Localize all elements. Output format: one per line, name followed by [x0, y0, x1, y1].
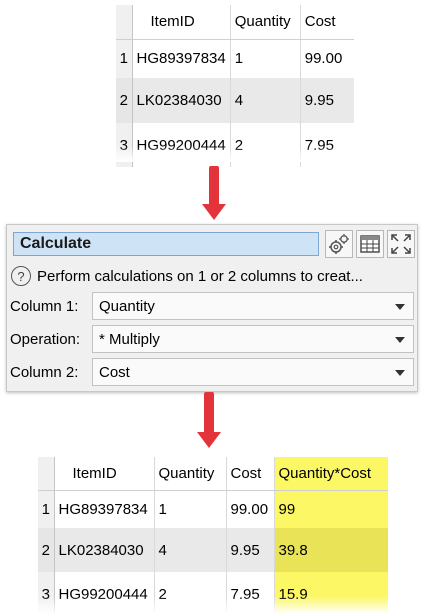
table-row: 3 HG99200444 2 7.95 15.9 [38, 572, 388, 614]
column-header-itemid[interactable]: ItemID [54, 457, 155, 491]
operation-value: * Multiply [99, 330, 160, 348]
table-row: 3 HG99200444 2 7.95 [116, 123, 354, 167]
column-2-value: Cost [99, 363, 130, 381]
row-number[interactable]: 2 [38, 528, 55, 572]
cell-quantity[interactable]: 1 [230, 39, 301, 78]
cell-quantity[interactable]: 4 [154, 528, 227, 572]
description-row: ? Perform calculations on 1 or 2 columns… [11, 265, 415, 287]
output-table: ItemID Quantity Cost Quantity*Cost 1 HG8… [38, 457, 388, 614]
column-2-row: Column 2: Cost [10, 357, 414, 387]
cell-cost[interactable]: 9.95 [300, 78, 354, 123]
table-icon [360, 235, 380, 253]
cell-cost[interactable]: 7.95 [226, 572, 275, 614]
question-icon[interactable]: ? [11, 266, 31, 286]
calculate-panel: Calculate ? Perform calculations on 1 or… [6, 224, 418, 392]
column-header-itemid[interactable]: ItemID [132, 5, 231, 40]
column-1-value: Quantity [99, 297, 155, 315]
cell-quantity[interactable]: 1 [154, 490, 227, 528]
table-row: 2 LK02384030 4 9.95 39.8 [38, 528, 388, 572]
cell-quantity[interactable]: 2 [230, 123, 301, 167]
down-arrow-icon [197, 392, 221, 448]
row-number[interactable]: 3 [38, 572, 55, 614]
settings-button[interactable] [325, 230, 353, 258]
panel-title-field[interactable]: Calculate [13, 232, 319, 256]
cell-cost[interactable]: 9.95 [226, 528, 275, 572]
cell-quantity[interactable]: 4 [230, 78, 301, 123]
cell-quantity[interactable]: 2 [154, 572, 227, 614]
maximize-button[interactable] [387, 230, 415, 258]
column-header-quantity[interactable]: Quantity [154, 457, 227, 491]
row-number[interactable]: 3 [116, 123, 133, 167]
row-number[interactable]: 2 [116, 78, 133, 123]
cell-itemid[interactable]: HG89397834 [132, 39, 231, 78]
column-header-quantity-cost[interactable]: Quantity*Cost [274, 457, 388, 491]
output-header-row: ItemID Quantity Cost Quantity*Cost [38, 457, 388, 491]
gear-icon [329, 234, 349, 254]
operation-row: Operation: * Multiply [10, 324, 414, 354]
cell-itemid[interactable]: LK02384030 [132, 78, 231, 123]
cell-itemid[interactable]: LK02384030 [54, 528, 155, 572]
column-header-cost[interactable]: Cost [300, 5, 354, 40]
row-number[interactable]: 1 [116, 39, 133, 78]
operation-select[interactable]: * Multiply [92, 325, 414, 353]
corner-cell [116, 5, 133, 40]
input-header-row: ItemID Quantity Cost [116, 5, 354, 40]
column-header-cost[interactable]: Cost [226, 457, 275, 491]
table-row: 2 LK02384030 4 9.95 [116, 78, 354, 123]
cell-quantity-cost[interactable]: 39.8 [274, 528, 388, 572]
data-view-button[interactable] [356, 230, 384, 258]
column-1-select[interactable]: Quantity [92, 292, 414, 320]
cell-cost[interactable]: 99.00 [226, 490, 275, 528]
corner-cell [38, 457, 55, 491]
column-2-select[interactable]: Cost [92, 358, 414, 386]
chevron-down-icon [395, 304, 405, 310]
down-arrow-icon [202, 166, 226, 220]
input-table: ItemID Quantity Cost 1 HG89397834 1 99.0… [116, 5, 354, 167]
cell-quantity-cost[interactable]: 99 [274, 490, 388, 528]
cell-cost[interactable]: 99.00 [300, 39, 354, 78]
table-row: 1 HG89397834 1 99.00 99 [38, 490, 388, 528]
panel-description: Perform calculations on 1 or 2 columns t… [37, 267, 363, 285]
cell-quantity-cost[interactable]: 15.9 [274, 572, 388, 614]
chevron-down-icon [395, 337, 405, 343]
chevron-down-icon [395, 370, 405, 376]
column-1-label: Column 1: [10, 297, 79, 315]
cell-itemid[interactable]: HG99200444 [54, 572, 155, 614]
cell-itemid[interactable]: HG89397834 [54, 490, 155, 528]
column-header-quantity[interactable]: Quantity [230, 5, 301, 40]
column-1-row: Column 1: Quantity [10, 291, 414, 321]
expand-icon [391, 234, 411, 254]
cell-cost[interactable]: 7.95 [300, 123, 354, 167]
table-row: 1 HG89397834 1 99.00 [116, 39, 354, 78]
row-number[interactable]: 1 [38, 490, 55, 528]
column-2-label: Column 2: [10, 363, 79, 381]
operation-label: Operation: [10, 330, 81, 348]
cell-itemid[interactable]: HG99200444 [132, 123, 231, 167]
